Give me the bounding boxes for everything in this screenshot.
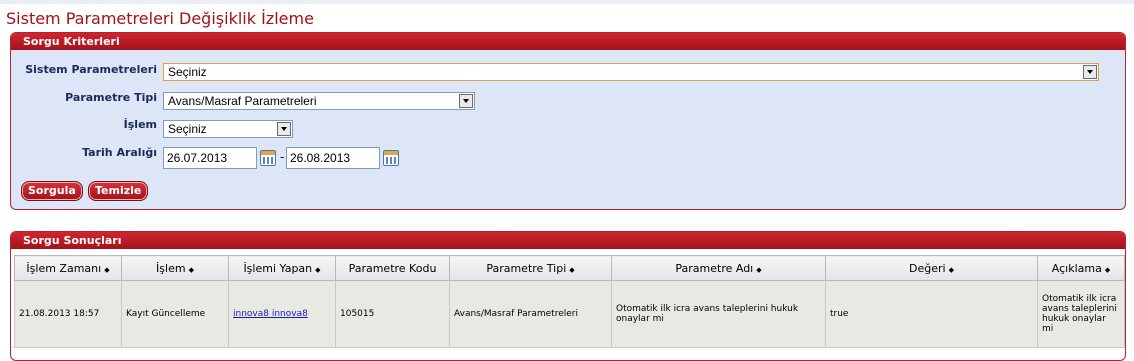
parametre-tipi-select[interactable]: Avans/Masraf Parametreleri	[163, 92, 475, 110]
islem-label: İşlem	[123, 118, 157, 131]
criteria-panel: Sorgu Kriterleri Sistem Parametreleri Se…	[10, 32, 1126, 210]
cell-islem-zamani: 21.08.2013 18:57	[14, 280, 122, 348]
sort-icon[interactable]: ◆	[569, 266, 574, 274]
calendar-icon[interactable]	[383, 150, 399, 166]
islem-value: Seçiniz	[168, 122, 207, 136]
chevron-down-icon[interactable]	[277, 122, 291, 136]
col-header-parametre-tipi[interactable]: Parametre Tipi ◆	[449, 255, 612, 281]
results-panel: Sorgu Sonuçları İşlem Zamanı ◆ İşlem ◆ İşl…	[10, 231, 1126, 361]
table-row[interactable]: 21.08.2013 18:57 Kayıt Güncelleme innova…	[14, 280, 1125, 348]
sistem-parametreleri-value: Seçiniz	[168, 65, 207, 79]
date-separator: -	[280, 150, 285, 164]
end-date-input[interactable]: 26.08.2013	[286, 147, 380, 169]
calendar-icon[interactable]	[260, 150, 276, 166]
cell-islem: Kayıt Güncelleme	[121, 280, 229, 348]
col-header-degeri[interactable]: Değeri ◆	[825, 255, 1038, 281]
sort-icon[interactable]: ◆	[104, 266, 109, 274]
page-title: Sistem Parametreleri Değişiklik İzleme	[6, 9, 314, 28]
sort-icon[interactable]: ◆	[949, 266, 954, 274]
tarih-araligi-label: Tarih Aralığı	[82, 146, 157, 159]
cell-islemi-yapan: innova8 innova8	[228, 280, 336, 348]
user-link[interactable]: innova8 innova8	[233, 309, 308, 319]
results-table: İşlem Zamanı ◆ İşlem ◆ İşlemi Yapan ◆ Param…	[14, 255, 1125, 348]
cell-degeri: true	[825, 280, 1038, 348]
cell-parametre-adi: Otomatik ilk icra avans taleplerini huku…	[611, 280, 826, 348]
sort-icon[interactable]: ◆	[315, 266, 320, 274]
col-header-aciklama[interactable]: Açıklama ◆	[1037, 255, 1125, 281]
clear-button[interactable]: Temizle	[88, 181, 149, 201]
results-panel-header: Sorgu Sonuçları	[11, 232, 1125, 249]
sistem-parametreleri-label: Sistem Parametreleri	[25, 63, 157, 76]
col-header-parametre-kodu[interactable]: Parametre Kodu	[335, 255, 450, 281]
query-button[interactable]: Sorgula	[21, 181, 83, 201]
islem-select[interactable]: Seçiniz	[163, 120, 293, 138]
top-strip	[0, 0, 1134, 4]
col-header-islem[interactable]: İşlem ◆	[121, 255, 229, 281]
chevron-down-icon[interactable]	[459, 94, 473, 108]
sort-icon[interactable]: ◆	[756, 266, 761, 274]
sort-icon[interactable]: ◆	[189, 266, 194, 274]
sistem-parametreleri-select[interactable]: Seçiniz	[163, 63, 1099, 81]
cell-parametre-kodu: 105015	[335, 280, 450, 348]
col-header-parametre-adi[interactable]: Parametre Adı ◆	[611, 255, 826, 281]
table-header-row: İşlem Zamanı ◆ İşlem ◆ İşlemi Yapan ◆ Param…	[14, 255, 1125, 281]
parametre-tipi-label: Parametre Tipi	[65, 91, 157, 104]
cell-parametre-tipi: Avans/Masraf Parametreleri	[449, 280, 612, 348]
parametre-tipi-value: Avans/Masraf Parametreleri	[168, 94, 317, 108]
chevron-down-icon[interactable]	[1083, 65, 1097, 79]
cell-aciklama: Otomatik ilk icra avans taleplerini huku…	[1037, 280, 1125, 348]
criteria-panel-header: Sorgu Kriterleri	[11, 33, 1125, 50]
start-date-input[interactable]: 26.07.2013	[163, 147, 257, 169]
col-header-islemi-yapan[interactable]: İşlemi Yapan ◆	[228, 255, 336, 281]
sort-icon[interactable]: ◆	[1105, 266, 1110, 274]
col-header-islem-zamani[interactable]: İşlem Zamanı ◆	[14, 255, 122, 281]
